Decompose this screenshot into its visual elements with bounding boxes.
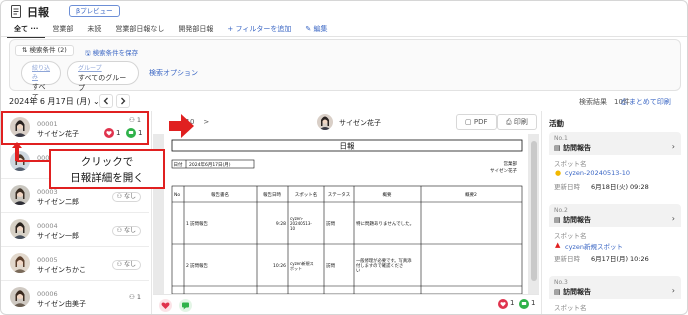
- app-window: 日報 βプレビュー 全て ··· 営業部 未読 営業部日報なし 開発部日報 + …: [0, 0, 688, 315]
- annotation-arrows: [12, 114, 194, 162]
- arrow-up-icon: [12, 142, 22, 161]
- arrow-right-icon: [169, 114, 194, 138]
